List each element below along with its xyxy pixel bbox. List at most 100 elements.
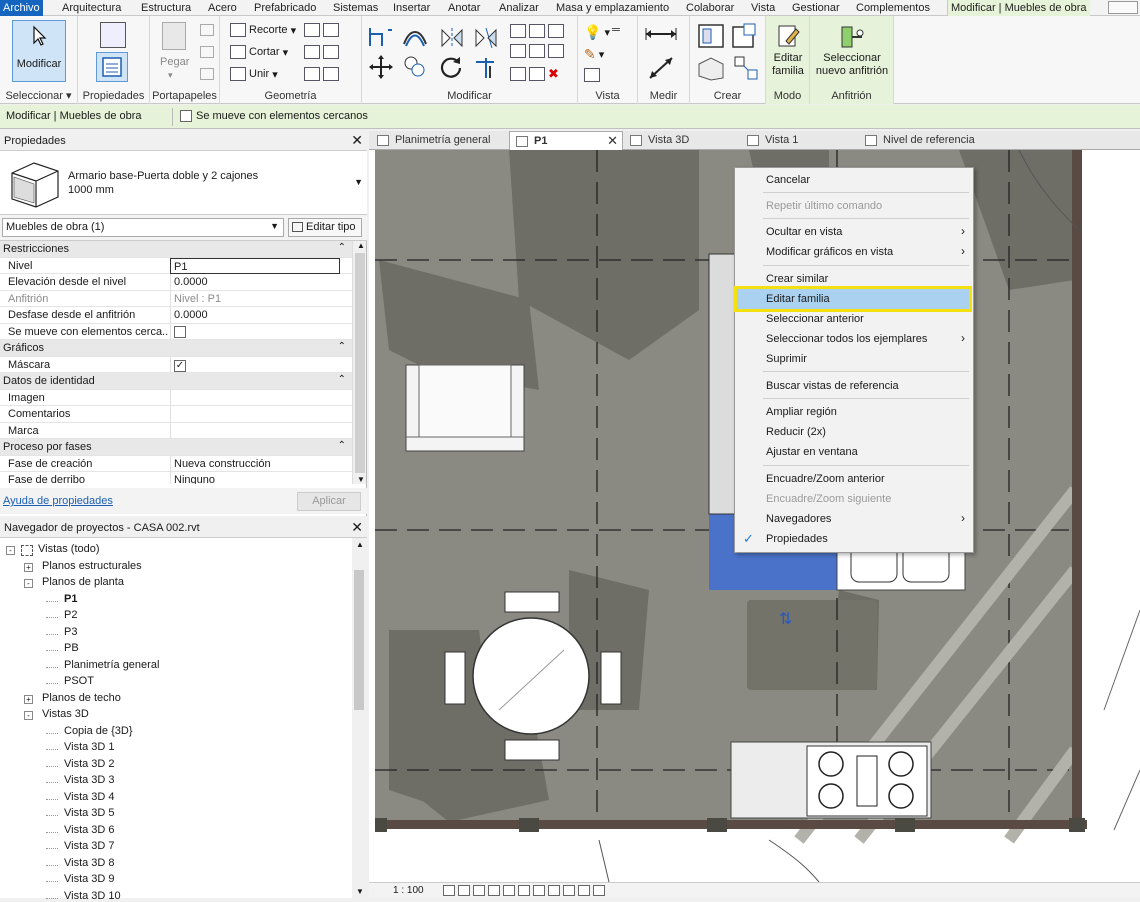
browser-node[interactable]: Planos de planta xyxy=(42,576,124,588)
align-icon[interactable] xyxy=(368,26,394,48)
browser-node[interactable]: Vista 3D 7 xyxy=(64,840,115,852)
property-row[interactable]: Se mueve con elementos cerca... xyxy=(0,323,352,340)
pegar-dropdown-icon[interactable]: ▾ xyxy=(168,70,173,81)
show-crop-icon[interactable] xyxy=(533,885,545,896)
reveal-hidden-icon[interactable] xyxy=(563,885,575,896)
wall-join-button[interactable] xyxy=(304,23,342,37)
copy-circles-icon[interactable] xyxy=(402,54,428,80)
property-row[interactable]: Imagen xyxy=(0,389,352,406)
property-value[interactable]: Ninguno xyxy=(170,472,340,484)
crop-view-icon[interactable] xyxy=(518,885,530,896)
context-menu-item[interactable]: ✓ Propiedades xyxy=(735,529,973,549)
context-menu-item[interactable]: Seleccionar anterior xyxy=(735,309,973,329)
unir-button[interactable]: Unir ▾ xyxy=(230,67,278,81)
property-group-header[interactable]: Datos de identidad ⌃ xyxy=(0,373,352,390)
property-group-header[interactable]: Gráficos ⌃ xyxy=(0,340,352,357)
browser-node[interactable]: Vista 3D 2 xyxy=(64,758,115,770)
property-row[interactable]: Desfase desde el anfitrión 0.0000 xyxy=(0,307,352,324)
collapse-icon[interactable]: ⌃ xyxy=(338,374,346,385)
context-menu-item[interactable]: Encuadre/Zoom anterior xyxy=(735,469,973,489)
close-icon[interactable]: ✕ xyxy=(351,519,363,536)
ribbon-tab[interactable]: Estructura xyxy=(138,0,194,16)
property-checkbox[interactable]: ✓ xyxy=(174,359,186,372)
browser-node[interactable]: Vista 3D 10 xyxy=(64,890,121,902)
ribbon-tab[interactable]: Prefabricado xyxy=(251,0,319,16)
visual-style-icon[interactable] xyxy=(458,885,470,896)
detail-level-icon[interactable] xyxy=(443,885,455,896)
view-tab[interactable]: P1 ✕ xyxy=(509,131,623,150)
trim-extend-icon[interactable] xyxy=(472,54,498,80)
property-value[interactable]: P1 xyxy=(170,257,340,274)
recorte-button[interactable]: Recorte ▾ xyxy=(230,23,296,37)
temp-hide-icon[interactable] xyxy=(548,885,560,896)
browser-node[interactable]: PB xyxy=(64,642,79,654)
context-menu-item[interactable]: Cancelar xyxy=(735,170,973,190)
collapse-icon[interactable]: - xyxy=(24,579,33,588)
property-group-header[interactable]: Proceso por fases ⌃ xyxy=(0,439,352,456)
context-menu-item[interactable]: Suprimir xyxy=(735,349,973,369)
property-row[interactable]: Máscara ✓ xyxy=(0,356,352,373)
cut-icon[interactable] xyxy=(200,46,214,58)
property-value[interactable]: ✓ xyxy=(170,356,340,373)
scroll-down-icon[interactable]: ▼ xyxy=(357,475,365,484)
properties-button[interactable] xyxy=(96,52,128,82)
context-menu-item[interactable]: Modificar gráficos en vista › xyxy=(735,242,973,262)
move-copy-icons[interactable] xyxy=(510,24,567,38)
context-menu-item[interactable]: Reducir (2x) xyxy=(735,422,973,442)
view-tab[interactable]: Planimetría general xyxy=(371,131,507,150)
close-icon[interactable]: ✕ xyxy=(351,132,363,149)
browser-node[interactable]: Vista 3D 4 xyxy=(64,791,115,803)
ribbon-tab[interactable]: Complementos xyxy=(853,0,933,16)
browser-node[interactable]: Vista 3D 5 xyxy=(64,807,115,819)
property-row[interactable]: Fase de derribo Ninguno xyxy=(0,472,352,484)
browser-node[interactable]: Vista 3D 1 xyxy=(64,741,115,753)
ribbon-tab[interactable]: Gestionar xyxy=(789,0,843,16)
view-tab[interactable]: Vista 1 xyxy=(741,131,857,150)
property-row[interactable]: Nivel P1 xyxy=(0,257,352,274)
override-graphics-button[interactable] xyxy=(584,68,603,82)
ribbon-tab[interactable]: Archivo xyxy=(0,0,43,16)
create-similar-icon[interactable] xyxy=(732,54,760,82)
browser-node[interactable]: Vistas (todo) xyxy=(38,543,100,555)
browser-node[interactable]: P1 xyxy=(64,593,77,605)
split-face-button[interactable] xyxy=(304,45,342,59)
match-properties-icon[interactable] xyxy=(200,68,214,80)
cortar-button[interactable]: Cortar ▾ xyxy=(230,45,288,59)
split-delete-icons[interactable]: ✖ xyxy=(510,66,559,82)
modificar-button[interactable]: Modificar xyxy=(12,20,66,82)
browser-scroll-thumb[interactable] xyxy=(354,570,364,710)
context-menu-item[interactable]: Ajustar en ventana xyxy=(735,442,973,462)
property-value[interactable] xyxy=(170,406,340,422)
move-arrows-icon[interactable] xyxy=(368,54,394,80)
ribbon-tab[interactable]: Insertar xyxy=(390,0,433,16)
browser-node[interactable]: PSOT xyxy=(64,675,94,687)
property-value[interactable] xyxy=(170,323,340,340)
context-menu-item[interactable]: Ocultar en vista › xyxy=(735,222,973,242)
array-scale-icons[interactable] xyxy=(510,44,567,58)
context-menu-item[interactable]: Seleccionar todos los ejemplares › xyxy=(735,329,973,349)
browser-node[interactable]: Vista 3D 8 xyxy=(64,857,115,869)
context-menu-item[interactable]: Editar familia xyxy=(734,286,972,312)
pegar-label[interactable]: Pegar xyxy=(160,56,189,68)
collapse-icon[interactable]: - xyxy=(6,546,15,555)
chevron-down-icon[interactable]: ▼ xyxy=(354,177,363,187)
property-group-header[interactable]: Restricciones ⌃ xyxy=(0,241,352,258)
browser-node[interactable]: Vista 3D 6 xyxy=(64,824,115,836)
view-tab[interactable]: Nivel de referencia xyxy=(859,131,1009,150)
browser-scrollbar[interactable]: ▲ ▼ xyxy=(352,538,367,898)
close-icon[interactable]: ✕ xyxy=(607,132,618,150)
property-row[interactable]: Elevación desde el nivel 0.0000 xyxy=(0,274,352,291)
dimension-icon[interactable] xyxy=(646,54,676,82)
hide-element-button[interactable]: 💡 ▾ xyxy=(584,24,610,41)
copy-icon[interactable] xyxy=(200,24,214,36)
property-value[interactable]: 0.0000 xyxy=(170,274,340,290)
browser-node[interactable]: Vistas 3D xyxy=(42,708,89,720)
apply-button[interactable]: Aplicar xyxy=(297,492,361,511)
ribbon-tab[interactable]: Arquitectura xyxy=(59,0,124,16)
edit-type-button[interactable]: Editar tipo xyxy=(288,218,362,237)
browser-node[interactable]: Planos estructurales xyxy=(42,560,142,572)
expand-icon[interactable]: + xyxy=(24,694,33,704)
browser-node[interactable]: Planimetría general xyxy=(64,659,159,671)
ribbon-tab[interactable]: Masa y emplazamiento xyxy=(553,0,672,16)
property-row[interactable]: Comentarios xyxy=(0,406,352,423)
